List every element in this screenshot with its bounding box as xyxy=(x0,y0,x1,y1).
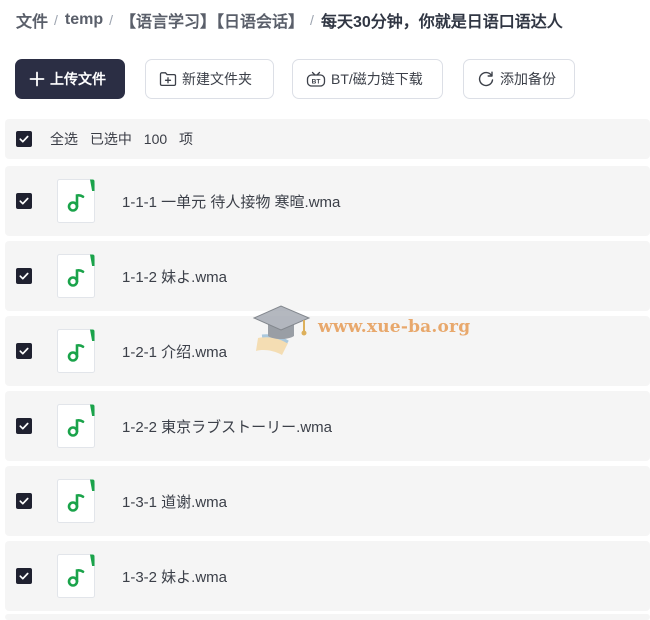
file-name[interactable]: 1-2-2 東京ラブストーリー.wma xyxy=(122,416,332,437)
file-row[interactable]: 1-3-2 妹よ.wma xyxy=(5,541,650,611)
audio-file-icon xyxy=(56,403,96,449)
file-checkbox[interactable] xyxy=(16,568,32,584)
selection-summary: 全选 已选中 100 项 xyxy=(50,129,193,149)
upload-file-button[interactable]: 上传文件 xyxy=(15,59,125,99)
audio-file-icon xyxy=(56,253,96,299)
bt-magnet-download-button[interactable]: BT BT/磁力链下载 xyxy=(292,59,443,99)
breadcrumb-item-files[interactable]: 文件 xyxy=(16,8,48,32)
new-folder-button[interactable]: 新建文件夹 xyxy=(145,59,274,99)
bt-magnet-download-label: BT/磁力链下载 xyxy=(331,71,423,87)
select-all-bar: 全选 已选中 100 项 xyxy=(5,119,650,159)
plus-icon xyxy=(29,71,45,87)
bt-tv-icon: BT xyxy=(306,70,326,88)
selected-text: 已选中 xyxy=(89,131,132,147)
audio-file-icon xyxy=(56,478,96,524)
file-name[interactable]: 1-3-1 道谢.wma xyxy=(122,491,227,512)
audio-file-icon xyxy=(56,553,96,599)
new-folder-icon xyxy=(159,71,177,87)
file-name[interactable]: 1-1-1 一单元 待人接物 寒暄.wma xyxy=(122,191,340,212)
file-checkbox[interactable] xyxy=(16,268,32,284)
select-all-checkbox[interactable] xyxy=(16,131,32,147)
file-row[interactable]: 1-1-1 一单元 待人接物 寒暄.wma xyxy=(5,166,650,236)
breadcrumb: 文件 / temp / 【语言学习】【日语会话】 / 每天30分钟，你就是日语口… xyxy=(16,8,563,32)
file-row[interactable]: 1-2-1 介绍.wma xyxy=(5,316,650,386)
add-backup-button[interactable]: 添加备份 xyxy=(463,59,575,99)
selected-unit: 项 xyxy=(179,131,194,147)
breadcrumb-item-temp[interactable]: temp xyxy=(65,11,103,29)
breadcrumb-separator: / xyxy=(54,12,58,28)
new-folder-label: 新建文件夹 xyxy=(182,71,252,87)
selected-count: 100 xyxy=(143,131,168,147)
breadcrumb-separator: / xyxy=(310,12,314,28)
file-row[interactable]: 1-2-2 東京ラブストーリー.wma xyxy=(5,391,650,461)
file-row[interactable]: 1-3-1 道谢.wma xyxy=(5,466,650,536)
audio-file-icon xyxy=(56,328,96,374)
upload-file-label: 上传文件 xyxy=(50,71,106,87)
add-backup-label: 添加备份 xyxy=(500,71,556,87)
breadcrumb-item-language-folder[interactable]: 【语言学习】【日语会话】 xyxy=(120,8,304,32)
select-all-label[interactable]: 全选 xyxy=(50,131,78,147)
file-checkbox[interactable] xyxy=(16,493,32,509)
sync-icon xyxy=(477,70,495,88)
file-checkbox[interactable] xyxy=(16,418,32,434)
audio-file-icon xyxy=(56,178,96,224)
breadcrumb-separator: / xyxy=(109,12,114,28)
file-name[interactable]: 1-3-2 妹よ.wma xyxy=(122,566,227,587)
file-name[interactable]: 1-1-2 妹よ.wma xyxy=(122,266,227,287)
file-row[interactable]: 1-1-2 妹よ.wma xyxy=(5,241,650,311)
file-name[interactable]: 1-2-1 介绍.wma xyxy=(122,341,227,362)
breadcrumb-item-current-folder: 每天30分钟，你就是日语口语达人 xyxy=(320,14,563,31)
svg-text:BT: BT xyxy=(312,78,321,85)
file-checkbox[interactable] xyxy=(16,343,32,359)
file-row-partial[interactable] xyxy=(5,614,650,620)
file-checkbox[interactable] xyxy=(16,193,32,209)
